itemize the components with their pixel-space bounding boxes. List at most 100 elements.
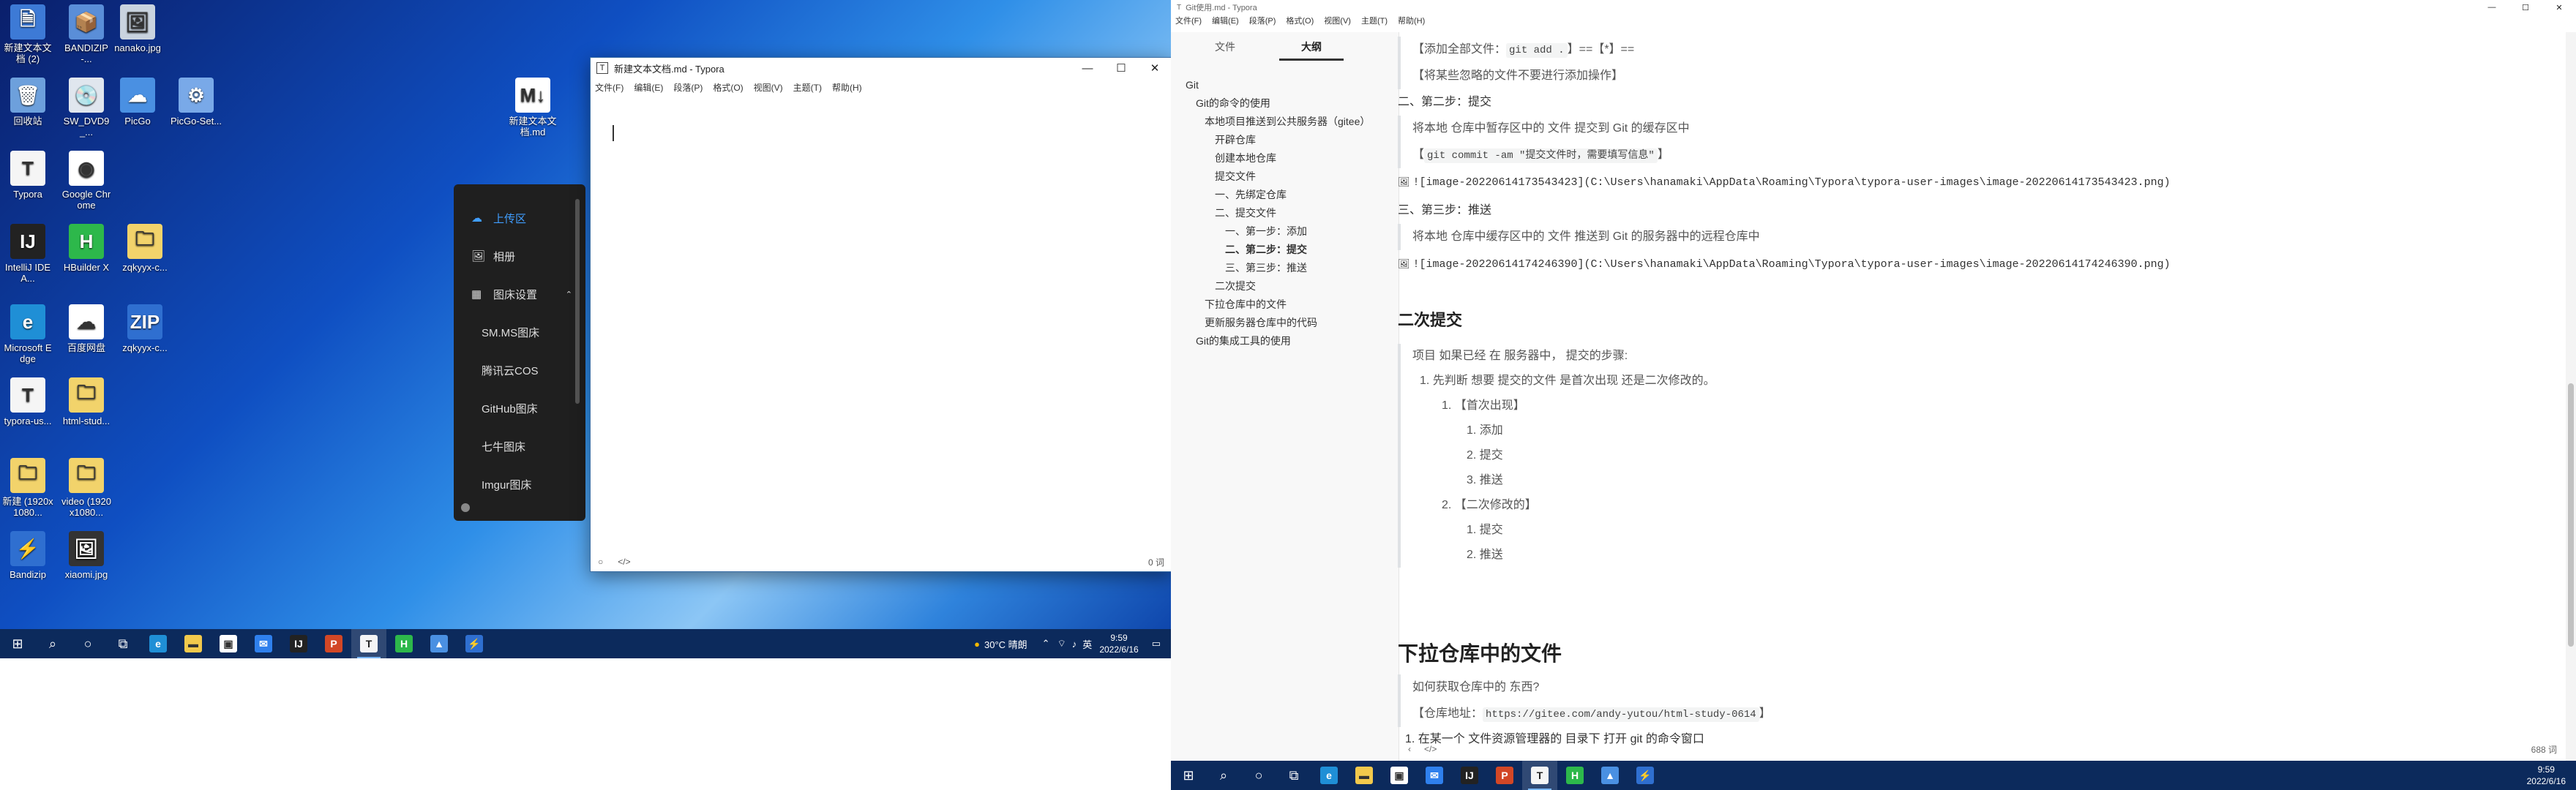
menu-item[interactable]: 编辑(E)	[1212, 15, 1239, 26]
desktop-icon[interactable]: 🗀 video (1920x1080...	[60, 458, 113, 518]
desktop-icon[interactable]: 🗀 zqkyyx-c...	[119, 224, 171, 273]
tab-files[interactable]: 文件	[1171, 40, 1279, 54]
picgo-sub-imgur[interactable]: Imgur图床	[454, 465, 585, 503]
taskbar-picgo[interactable]: ▲	[422, 629, 457, 658]
taskbar-mail[interactable]: ✉	[1417, 761, 1452, 790]
minimize-button[interactable]: —	[2475, 0, 2509, 15]
taskbar-explorer[interactable]: ▬	[1347, 761, 1382, 790]
cortana-button[interactable]: ○	[70, 629, 105, 658]
image-link[interactable]: 🖼 ![image-20220614174246390](C:\Users\han…	[1398, 250, 2496, 279]
picgo-sub-cos[interactable]: 腾讯云COS	[454, 351, 585, 389]
taskbar-edge[interactable]: e	[1311, 761, 1347, 790]
weather-text[interactable]: 30°C 晴朗	[984, 637, 1027, 651]
tab-outline[interactable]: 大纲	[1279, 40, 1344, 61]
clock[interactable]: 9:59 2022/6/16	[1099, 632, 1138, 655]
source-code-toggle[interactable]: </>	[618, 557, 630, 567]
volume-icon[interactable]: ♪	[1072, 639, 1077, 650]
outline-item[interactable]: 二次提交	[1171, 277, 1399, 296]
menu-item[interactable]: 编辑(E)	[634, 81, 663, 94]
start-button[interactable]: ⊞	[0, 629, 35, 658]
scrollbar-thumb[interactable]	[2568, 383, 2574, 647]
taskbar-hbuilder[interactable]: H	[386, 629, 422, 658]
desktop-icon[interactable]: e Microsoft Edge	[1, 304, 54, 364]
outline-item[interactable]: 一、先绑定仓库	[1171, 186, 1399, 204]
close-button[interactable]: ✕	[1138, 58, 1171, 78]
taskbar-edge[interactable]: e	[141, 629, 176, 658]
start-button[interactable]: ⊞	[1171, 761, 1206, 790]
desktop-icon[interactable]: 🖼 xiaomi.jpg	[60, 531, 113, 580]
desktop-icon[interactable]: T Typora	[1, 151, 54, 200]
outline-item[interactable]: 一、第一步：添加	[1171, 222, 1399, 241]
menu-item[interactable]: 视图(V)	[1324, 15, 1351, 26]
picgo-album-item[interactable]: 🖼 相册	[454, 237, 585, 275]
outline-item[interactable]: 开辟仓库	[1171, 131, 1399, 149]
desktop-icon[interactable]: ⚙ PicGo-Set...	[170, 78, 222, 127]
maximize-button[interactable]: ☐	[1104, 58, 1138, 78]
taskbar-explorer[interactable]: ▬	[176, 629, 211, 658]
menu-item[interactable]: 主题(T)	[793, 81, 822, 94]
search-button[interactable]: ⌕	[35, 629, 70, 658]
desktop-icon[interactable]: 🗀 html-stud...	[60, 377, 113, 426]
desktop-icon[interactable]: H HBuilder X	[60, 224, 113, 273]
scrollbar[interactable]	[2566, 32, 2576, 761]
outline-item[interactable]: 二、提交文件	[1171, 204, 1399, 222]
search-button[interactable]: ⌕	[1206, 761, 1241, 790]
taskbar-store[interactable]: ▣	[1382, 761, 1417, 790]
menu-item[interactable]: 主题(T)	[1361, 15, 1388, 26]
taskbar-idea[interactable]: IJ	[1452, 761, 1487, 790]
desktop-icon[interactable]: 🖼 nanako.jpg	[111, 4, 164, 53]
picgo-settings-item[interactable]: ▦ 图床设置 ⌃	[454, 275, 585, 313]
wifi-icon[interactable]: ⌔	[1057, 638, 1066, 650]
desktop-icon[interactable]: 🗑 回收站	[1, 78, 54, 127]
desktop-icon[interactable]: IJ IntelliJ IDEA...	[1, 224, 54, 284]
menu-item[interactable]: 段落(P)	[673, 81, 703, 94]
desktop-icon[interactable]: ⚡ Bandizip	[1, 531, 54, 580]
picgo-sub-qiniu[interactable]: 七牛图床	[454, 427, 585, 465]
outline-item[interactable]: Git	[1171, 76, 1399, 94]
taskbar-typora[interactable]: T	[351, 629, 386, 658]
notification-icon[interactable]: ▭	[1152, 638, 1161, 650]
picgo-sub-smms[interactable]: SM.MS图床	[454, 313, 585, 351]
image-link[interactable]: 🖼 ![image-20220614173543423](C:\Users\han…	[1398, 168, 2496, 198]
desktop-icon[interactable]: Ttypora-us...	[1, 377, 54, 426]
picgo-upload-item[interactable]: ☁ 上传区	[454, 199, 585, 237]
outline-item[interactable]: 二、第二步：提交	[1171, 241, 1399, 259]
taskbar-typora[interactable]: T	[1522, 761, 1557, 790]
taskbar-bandizip[interactable]: ⚡	[457, 629, 492, 658]
taskbar-picgo[interactable]: ▲	[1592, 761, 1628, 790]
outline-item[interactable]: 更新服务器仓库中的代码	[1171, 314, 1399, 332]
menu-item[interactable]: 文件(F)	[1175, 15, 1202, 26]
menu-item[interactable]: 格式(O)	[713, 81, 743, 94]
desktop-icon[interactable]: ◉ Google Chrome	[60, 151, 113, 211]
taskbar-store[interactable]: ▣	[211, 629, 246, 658]
menu-item[interactable]: 格式(O)	[1286, 15, 1314, 26]
taskbar-powerpoint[interactable]: P	[316, 629, 351, 658]
close-button[interactable]: ✕	[2542, 0, 2576, 15]
outline-item[interactable]: Git的命令的使用	[1171, 94, 1399, 113]
desktop-icon[interactable]: 💿 SW_DVD9_...	[60, 78, 113, 138]
outline-item[interactable]: 下拉仓库中的文件	[1171, 296, 1399, 314]
chevron-up-icon[interactable]: ⌃	[1042, 638, 1050, 650]
desktop-icon[interactable]: M↓ 新建文本文档.md	[506, 78, 559, 138]
menu-item[interactable]: 文件(F)	[595, 81, 624, 94]
desktop-icon[interactable]: ☁ 百度网盘	[60, 304, 113, 353]
taskbar-bandizip[interactable]: ⚡	[1628, 761, 1663, 790]
outline-item[interactable]: 本地项目推送到公共服务器（gitee）	[1171, 113, 1399, 131]
menu-item[interactable]: 段落(P)	[1249, 15, 1276, 26]
menu-item[interactable]: 帮助(H)	[832, 81, 862, 94]
menu-item[interactable]: 视图(V)	[754, 81, 783, 94]
task-view-button[interactable]: ⧉	[105, 629, 141, 658]
clock[interactable]: 9:59 2022/6/16	[2527, 764, 2566, 787]
menu-item[interactable]: 帮助(H)	[1398, 15, 1425, 26]
desktop-icon[interactable]: 🗎 新建文本文档 (2)	[1, 4, 54, 64]
taskbar-powerpoint[interactable]: P	[1487, 761, 1522, 790]
outline-item[interactable]: Git的集成工具的使用	[1171, 332, 1399, 350]
taskbar-hbuilder[interactable]: H	[1557, 761, 1592, 790]
maximize-button[interactable]: ☐	[2509, 0, 2542, 15]
chevron-left-icon[interactable]: ‹	[1408, 744, 1411, 754]
ime-indicator[interactable]: 英	[1082, 637, 1092, 651]
taskbar-mail[interactable]: ✉	[246, 629, 281, 658]
circle-icon[interactable]: ○	[598, 557, 603, 567]
outline-item[interactable]: 创建本地仓库	[1171, 149, 1399, 168]
picgo-scrollbar[interactable]	[575, 199, 580, 404]
